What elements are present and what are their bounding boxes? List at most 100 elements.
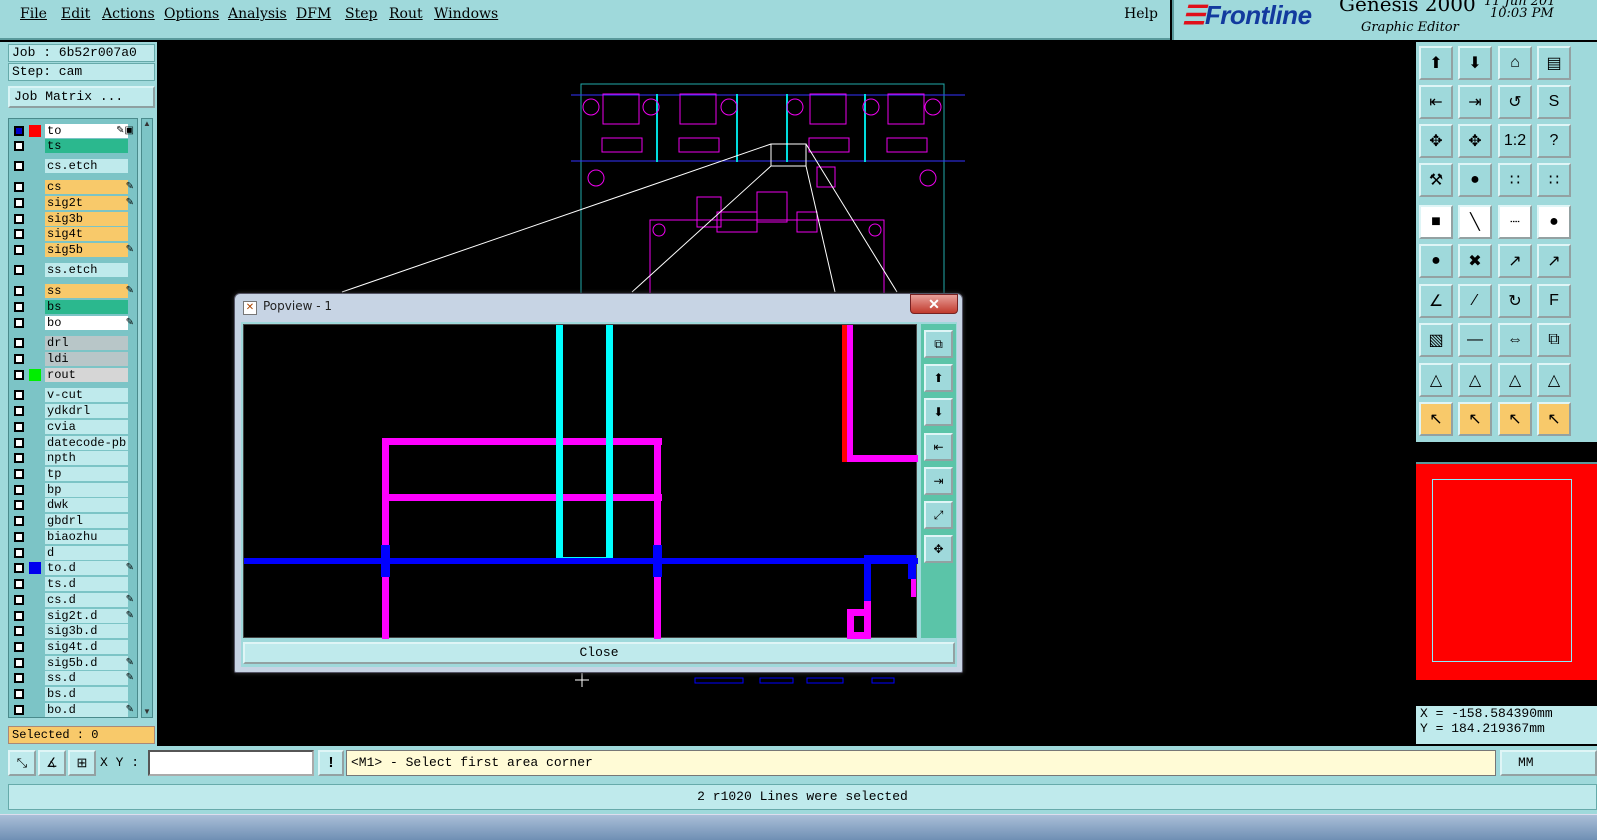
tool-button-0-3[interactable]: ▤ bbox=[1537, 46, 1571, 80]
menu-help[interactable]: Help bbox=[1124, 6, 1158, 22]
layer-name[interactable]: sig4t bbox=[45, 227, 128, 241]
xy-input[interactable] bbox=[148, 750, 314, 776]
layer-name[interactable]: ldi bbox=[45, 352, 128, 366]
layer-name[interactable]: bs.d bbox=[45, 687, 128, 701]
layer-name[interactable]: v-cut bbox=[45, 388, 128, 402]
layer-checkbox[interactable] bbox=[14, 354, 24, 364]
layer-row-drl[interactable]: drl bbox=[12, 336, 136, 350]
layer-checkbox[interactable] bbox=[14, 438, 24, 448]
layer-name[interactable]: bo.d bbox=[45, 703, 128, 717]
menu-dfm[interactable]: DFM bbox=[296, 6, 331, 22]
layer-checkbox[interactable] bbox=[14, 485, 24, 495]
layer-scrollbar[interactable]: ▲ ▼ bbox=[141, 118, 153, 718]
layer-checkbox[interactable] bbox=[14, 370, 24, 380]
layer-checkbox[interactable] bbox=[14, 422, 24, 432]
layer-name[interactable]: tp bbox=[45, 467, 128, 481]
layer-row-ts.d[interactable]: ts.d bbox=[12, 577, 136, 591]
layer-row-sig2t.d[interactable]: sig2t.d ✎ bbox=[12, 609, 136, 623]
layer-row-datecode-pb[interactable]: datecode-pb bbox=[12, 436, 136, 450]
zoom-out-icon[interactable]: ⤢ bbox=[924, 501, 953, 529]
layer-checkbox[interactable] bbox=[14, 453, 24, 463]
layer-row-v-cut[interactable]: v-cut bbox=[12, 388, 136, 402]
layer-checkbox[interactable] bbox=[14, 532, 24, 542]
popview-canvas[interactable] bbox=[243, 324, 918, 639]
tool-button-0-0[interactable]: ⬆ bbox=[1419, 46, 1453, 80]
scroll-down-icon[interactable]: ▼ bbox=[142, 707, 152, 717]
layer-checkbox[interactable] bbox=[14, 595, 24, 605]
layer-row-ts[interactable]: ts bbox=[12, 139, 136, 153]
layer-row-cs.d[interactable]: cs.d ✎ bbox=[12, 593, 136, 607]
layer-row-ss.d[interactable]: ss.d ✎ bbox=[12, 671, 136, 685]
layer-row-rout[interactable]: rout bbox=[12, 368, 136, 382]
layer-row-ss[interactable]: ss ✎ bbox=[12, 284, 136, 298]
tool-button-9-1[interactable]: ↖ bbox=[1458, 402, 1492, 436]
layer-checkbox[interactable] bbox=[14, 563, 24, 573]
layer-checkbox[interactable] bbox=[14, 245, 24, 255]
layer-checkbox[interactable] bbox=[14, 516, 24, 526]
tool-button-1-2[interactable]: ↺ bbox=[1498, 85, 1532, 119]
layer-row-to[interactable]: to ✎▣ bbox=[12, 124, 136, 138]
menu-options[interactable]: Options bbox=[164, 6, 219, 22]
tool-button-6-2[interactable]: ↻ bbox=[1498, 284, 1532, 318]
pan-down-icon[interactable]: ⬇ bbox=[924, 398, 953, 426]
tool-button-2-3[interactable]: ? bbox=[1537, 124, 1571, 158]
pan-left-icon[interactable]: ⇤ bbox=[924, 433, 953, 461]
layer-row-sig3b.d[interactable]: sig3b.d bbox=[12, 624, 136, 638]
layer-name[interactable]: to.d bbox=[45, 561, 128, 575]
layer-row-d[interactable]: d bbox=[12, 546, 136, 560]
units-selector[interactable]: MM bbox=[1500, 750, 1597, 776]
tool-button-1-3[interactable]: S bbox=[1537, 85, 1571, 119]
tool-button-2-1[interactable]: ✥ bbox=[1458, 124, 1492, 158]
layer-checkbox[interactable] bbox=[14, 286, 24, 296]
layer-checkbox[interactable] bbox=[14, 689, 24, 699]
layer-checkbox[interactable] bbox=[14, 658, 24, 668]
layer-name[interactable]: cvia bbox=[45, 420, 128, 434]
layer-checkbox[interactable] bbox=[14, 161, 24, 171]
close-button[interactable]: Close bbox=[243, 642, 955, 664]
tool-button-8-0[interactable]: △ bbox=[1419, 363, 1453, 397]
layer-checkbox[interactable] bbox=[14, 126, 24, 136]
layer-checkbox[interactable] bbox=[14, 500, 24, 510]
layer-name[interactable]: ss.d bbox=[45, 671, 128, 685]
tool-button-9-3[interactable]: ↖ bbox=[1537, 402, 1571, 436]
tool-button-5-1[interactable]: ✖ bbox=[1458, 244, 1492, 278]
layer-name[interactable]: ydkdrl bbox=[45, 404, 128, 418]
layer-row-npth[interactable]: npth bbox=[12, 451, 136, 465]
tool-button-6-3[interactable]: F bbox=[1537, 284, 1571, 318]
layer-checkbox[interactable] bbox=[14, 673, 24, 683]
tool-button-1-1[interactable]: ⇥ bbox=[1458, 85, 1492, 119]
layer-name[interactable]: bp bbox=[45, 483, 128, 497]
layer-color-swatch[interactable] bbox=[29, 125, 41, 137]
tool-button-7-1[interactable]: — bbox=[1458, 323, 1492, 357]
layer-checkbox[interactable] bbox=[14, 214, 24, 224]
layer-checkbox[interactable] bbox=[14, 141, 24, 151]
layer-name[interactable]: dwk bbox=[45, 498, 128, 512]
layer-name[interactable]: cs.d bbox=[45, 593, 128, 607]
zoom-in-icon[interactable]: ✥ bbox=[924, 535, 953, 563]
layer-name[interactable]: ts.d bbox=[45, 577, 128, 591]
tool-button-3-1[interactable]: ● bbox=[1458, 163, 1492, 197]
layer-row-ydkdrl[interactable]: ydkdrl bbox=[12, 404, 136, 418]
tool-button-8-2[interactable]: △ bbox=[1498, 363, 1532, 397]
layer-row-dwk[interactable]: dwk bbox=[12, 498, 136, 512]
tool-button-4-0[interactable]: ■ bbox=[1419, 205, 1453, 239]
layer-name[interactable]: sig4t.d bbox=[45, 640, 128, 654]
layer-row-cvia[interactable]: cvia bbox=[12, 420, 136, 434]
menu-windows[interactable]: Windows bbox=[434, 6, 498, 22]
job-matrix-button[interactable]: Job Matrix ... bbox=[8, 86, 155, 108]
close-icon[interactable]: ✕ bbox=[910, 294, 958, 314]
pan-right-icon[interactable]: ⇥ bbox=[924, 467, 953, 495]
layer-name[interactable]: cs.etch bbox=[45, 159, 128, 173]
layer-checkbox[interactable] bbox=[14, 406, 24, 416]
layer-name[interactable]: bs bbox=[45, 300, 128, 314]
layer-row-ss.etch[interactable]: ss.etch bbox=[12, 263, 136, 277]
measure-icon[interactable]: ∡ bbox=[38, 750, 66, 776]
tool-button-6-0[interactable]: ∠ bbox=[1419, 284, 1453, 318]
menu-analysis[interactable]: Analysis bbox=[228, 6, 287, 22]
layer-checkbox[interactable] bbox=[14, 229, 24, 239]
layer-checkbox[interactable] bbox=[14, 626, 24, 636]
layer-checkbox[interactable] bbox=[14, 338, 24, 348]
tool-button-2-2[interactable]: 1:2 bbox=[1498, 124, 1532, 158]
layer-name[interactable]: sig2t bbox=[45, 196, 128, 210]
tool-button-3-3[interactable]: ∷ bbox=[1537, 163, 1571, 197]
